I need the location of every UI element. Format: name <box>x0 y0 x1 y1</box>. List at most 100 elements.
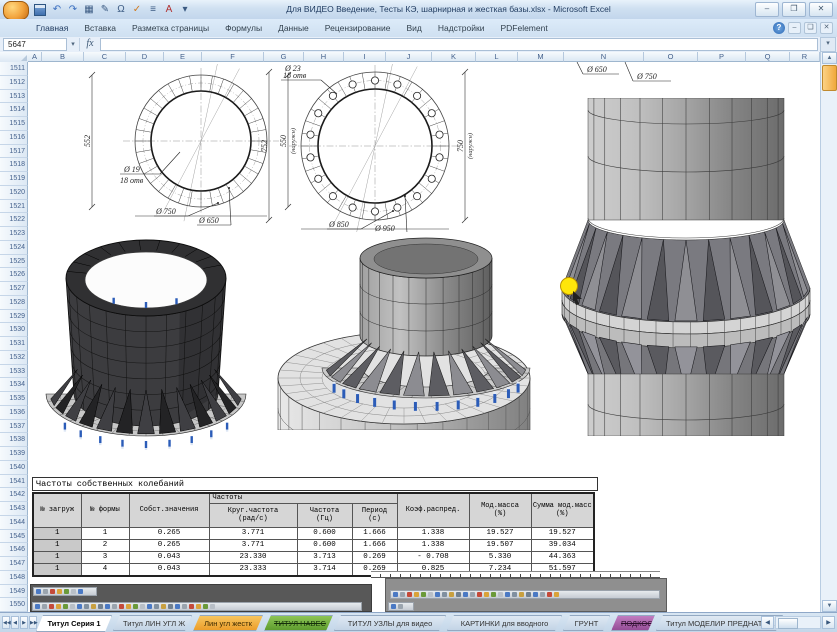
row-header-1543[interactable]: 1543 <box>0 502 28 516</box>
row-header-1542[interactable]: 1542 <box>0 488 28 502</box>
scroll-down-icon[interactable]: ▼ <box>822 600 837 612</box>
row-header-1514[interactable]: 1514 <box>0 103 28 117</box>
row-header-1526[interactable]: 1526 <box>0 268 28 282</box>
row-header-1548[interactable]: 1548 <box>0 571 28 585</box>
undo-icon[interactable]: ↶ <box>50 3 64 17</box>
row-header-1521[interactable]: 1521 <box>0 200 28 214</box>
sheet-tab-1[interactable]: Титул Серия 1 <box>36 615 112 632</box>
row-header-1535[interactable]: 1535 <box>0 392 28 406</box>
ribbon-tab-3[interactable]: Разметка страницы <box>124 19 217 37</box>
row-header-1512[interactable]: 1512 <box>0 76 28 90</box>
workbook-minimize-button[interactable]: – <box>788 22 801 34</box>
ribbon-tab-2[interactable]: Вставка <box>76 19 124 37</box>
row-header-1529[interactable]: 1529 <box>0 310 28 324</box>
row-header-1531[interactable]: 1531 <box>0 337 28 351</box>
row-header-1522[interactable]: 1522 <box>0 213 28 227</box>
row-header-1534[interactable]: 1534 <box>0 378 28 392</box>
ribbon-tab-6[interactable]: Рецензирование <box>317 19 399 37</box>
row-header-1523[interactable]: 1523 <box>0 227 28 241</box>
column-header-O[interactable]: O <box>644 52 698 62</box>
ribbon-tab-9[interactable]: PDFelement <box>492 19 555 37</box>
align-icon[interactable]: ≡ <box>146 3 160 17</box>
row-header-1518[interactable]: 1518 <box>0 158 28 172</box>
row-header-1537[interactable]: 1537 <box>0 420 28 434</box>
row-header-1536[interactable]: 1536 <box>0 406 28 420</box>
row-header-1546[interactable]: 1546 <box>0 543 28 557</box>
column-header-E[interactable]: E <box>164 52 202 62</box>
pencil-icon[interactable]: ✎ <box>98 3 112 17</box>
ribbon-tab-8[interactable]: Надстройки <box>430 19 493 37</box>
column-header-H[interactable]: H <box>304 52 344 62</box>
horizontal-scroll-thumb[interactable] <box>778 618 798 629</box>
diameter-callouts-top-right[interactable]: Ø 650Ø 750 <box>575 62 705 84</box>
formula-input[interactable] <box>100 38 818 51</box>
formula-bar-expand-icon[interactable]: ▾ <box>820 37 836 52</box>
row-header-1530[interactable]: 1530 <box>0 323 28 337</box>
row-header-1541[interactable]: 1541 <box>0 475 28 489</box>
next-sheet-icon[interactable]: ▶ <box>20 616 28 629</box>
horizontal-scroll-track[interactable] <box>775 616 821 629</box>
sheet-tab-7[interactable]: ГРУНТ <box>563 615 610 631</box>
embedded-toolbar-screenshot-right[interactable] <box>385 578 667 612</box>
column-header-R[interactable]: R <box>790 52 820 62</box>
embedded-toolbar-screenshot-left[interactable] <box>30 584 372 612</box>
borders-icon[interactable]: ▦ <box>82 3 96 17</box>
row-header-1545[interactable]: 1545 <box>0 530 28 544</box>
row-header-1550[interactable]: 1550 <box>0 598 28 612</box>
cells-grid[interactable]: 552550(наружн)Ø 750Ø 650Ø 1918 отв 75275… <box>28 62 820 612</box>
row-header-1515[interactable]: 1515 <box>0 117 28 131</box>
column-header-J[interactable]: J <box>386 52 432 62</box>
vertical-scrollbar[interactable]: ▲ ▼ <box>820 52 837 612</box>
row-header-1538[interactable]: 1538 <box>0 433 28 447</box>
row-header-1532[interactable]: 1532 <box>0 351 28 365</box>
column-header-L[interactable]: L <box>476 52 518 62</box>
column-header-P[interactable]: P <box>698 52 746 62</box>
name-box[interactable]: 5647 <box>3 38 67 51</box>
column-header-N[interactable]: N <box>564 52 644 62</box>
scroll-left-icon[interactable]: ◀ <box>761 616 774 629</box>
sheet-tab-8[interactable]: ПОДКОСЫ <box>611 615 655 631</box>
row-header-1519[interactable]: 1519 <box>0 172 28 186</box>
workbook-close-button[interactable]: ✕ <box>820 22 833 34</box>
font-color-icon[interactable]: A <box>162 3 176 17</box>
sheet-tab-3[interactable]: Лин угл жестк <box>193 615 263 631</box>
prev-sheet-icon[interactable]: ◀ <box>11 616 19 629</box>
column-header-A[interactable]: A <box>28 52 42 62</box>
first-sheet-icon[interactable]: ◀◀ <box>2 616 10 629</box>
save-icon[interactable] <box>34 4 46 16</box>
scroll-up-icon[interactable]: ▲ <box>822 52 837 64</box>
scroll-right-icon[interactable]: ▶ <box>822 616 835 629</box>
fe-model-right[interactable] <box>558 98 814 436</box>
row-header-1544[interactable]: 1544 <box>0 516 28 530</box>
sheet-tab-4[interactable]: ТИТУЛ НАВЕС <box>264 615 333 631</box>
fe-model-middle[interactable] <box>276 236 534 430</box>
horizontal-scrollbar[interactable]: ◀ ▶ <box>761 616 835 629</box>
restore-button[interactable]: ❐ <box>782 2 806 17</box>
sheet-tab-6[interactable]: КАРТИНКИ для вводного <box>447 615 562 631</box>
close-button[interactable]: ✕ <box>809 2 833 17</box>
sheet-tab-2[interactable]: Титул ЛИН УГЛ Ж <box>113 615 192 631</box>
row-header-1539[interactable]: 1539 <box>0 447 28 461</box>
omega-icon[interactable]: Ω <box>114 3 128 17</box>
flange-drawing-right[interactable]: 752750(наружн)Ø 850Ø 950Ø 2318 отв <box>243 64 475 232</box>
vertical-scroll-thumb[interactable] <box>822 65 837 91</box>
sheet-tab-5[interactable]: ТИТУЛ УЗЛЫ для видео <box>334 615 446 631</box>
column-header-I[interactable]: I <box>344 52 386 62</box>
office-button[interactable] <box>3 1 29 20</box>
insert-function-button[interactable]: fx <box>79 38 100 51</box>
check-icon[interactable]: ✓ <box>130 3 144 17</box>
row-header-1540[interactable]: 1540 <box>0 461 28 475</box>
row-header-1549[interactable]: 1549 <box>0 585 28 599</box>
freq-table[interactable]: № загруж№ формыСобст.значенияЧастотыКоэф… <box>32 492 595 577</box>
column-header-K[interactable]: K <box>432 52 476 62</box>
column-header-F[interactable]: F <box>202 52 264 62</box>
ribbon-tab-1[interactable]: Главная <box>28 19 76 37</box>
ribbon-tab-5[interactable]: Данные <box>270 19 317 37</box>
name-box-dropdown-icon[interactable]: ▾ <box>67 38 79 51</box>
fe-model-left[interactable] <box>42 228 250 456</box>
row-header-1528[interactable]: 1528 <box>0 296 28 310</box>
row-header-1513[interactable]: 1513 <box>0 90 28 104</box>
column-header-C[interactable]: C <box>84 52 126 62</box>
row-header-1533[interactable]: 1533 <box>0 365 28 379</box>
row-header-1525[interactable]: 1525 <box>0 255 28 269</box>
